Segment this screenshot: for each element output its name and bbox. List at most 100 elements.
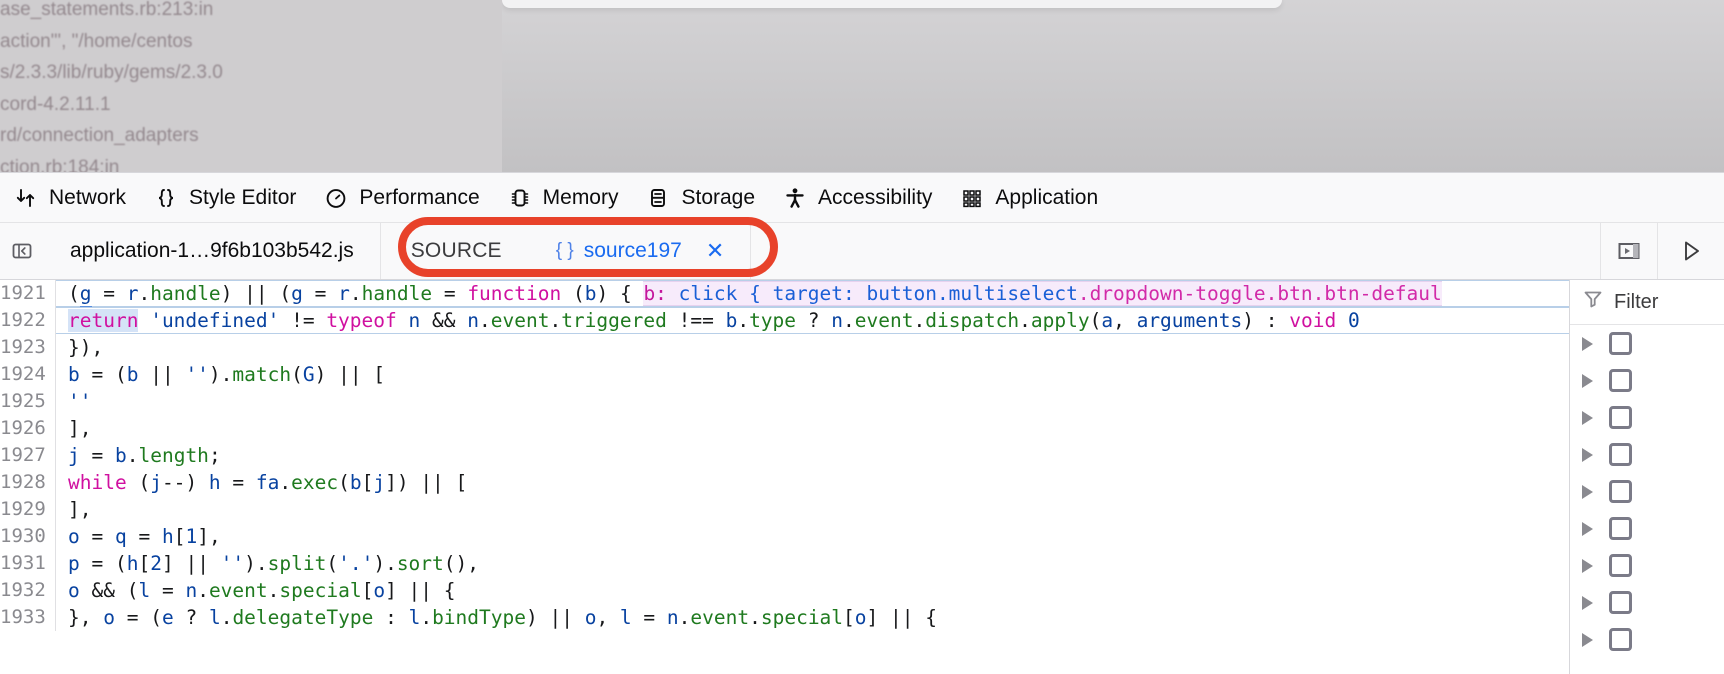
- chevron-right-icon[interactable]: [1582, 632, 1593, 647]
- code-token: =: [126, 525, 162, 548]
- breakpoint-category-row[interactable]: [1570, 436, 1724, 473]
- code-line[interactable]: 1923 }),: [0, 334, 1569, 361]
- code-line[interactable]: 1925 '': [0, 388, 1569, 415]
- code-token: ],: [68, 498, 92, 521]
- code-token: (),: [443, 552, 480, 575]
- code-line[interactable]: 1932 o && (l = n.event.special[o] || {: [0, 577, 1569, 604]
- code-text[interactable]: ],: [56, 496, 1569, 523]
- tab-performance[interactable]: Performance: [310, 173, 493, 222]
- chevron-right-icon[interactable]: [1582, 336, 1593, 351]
- source-tab-application-js[interactable]: application-1…9f6b103b542.js: [44, 223, 381, 279]
- breakpoint-category-row[interactable]: [1570, 584, 1724, 621]
- split-console-button[interactable]: [1600, 223, 1657, 279]
- code-line[interactable]: 1929 ],: [0, 496, 1569, 523]
- breakpoint-category-row[interactable]: [1570, 325, 1724, 362]
- chevron-right-icon[interactable]: [1582, 558, 1593, 573]
- code-text[interactable]: b = (b || '').match(G) || [: [56, 361, 1569, 388]
- tab-storage[interactable]: Storage: [632, 173, 769, 222]
- breakpoint-category-row[interactable]: [1570, 473, 1724, 510]
- breakpoint-category-row[interactable]: [1570, 399, 1724, 436]
- chevron-right-icon[interactable]: [1582, 484, 1593, 499]
- chevron-right-icon[interactable]: [1582, 521, 1593, 536]
- tab-memory[interactable]: Memory: [494, 173, 633, 222]
- breakpoint-category-row[interactable]: [1570, 362, 1724, 399]
- code-line[interactable]: 1933 }, o = (e ? l.delegateType : l.bind…: [0, 604, 1569, 631]
- inline-value-preview[interactable]: b: click { target: button.multiselect.dr…: [643, 281, 1442, 306]
- code-token: b: [725, 309, 738, 332]
- tab-style-editor[interactable]: Style Editor: [140, 173, 310, 222]
- line-number[interactable]: 1925: [0, 388, 56, 415]
- code-text[interactable]: }),: [56, 334, 1569, 361]
- breakpoint-checkbox[interactable]: [1609, 443, 1632, 466]
- code-line[interactable]: 1931 p = (h[2] || '').split('.').sort(),: [0, 550, 1569, 577]
- code-token: ,: [596, 606, 620, 629]
- code-text[interactable]: o = q = h[1],: [56, 523, 1569, 550]
- code-token: handle: [361, 282, 433, 305]
- code-token: .: [549, 309, 562, 332]
- resume-button[interactable]: [1657, 223, 1724, 279]
- code-line[interactable]: 1922 return 'undefined' != typeof n && n…: [0, 307, 1569, 334]
- code-text[interactable]: }, o = (e ? l.delegateType : l.bindType)…: [56, 604, 1569, 631]
- devtools-toolbar: Network Style Editor Performance Memory …: [0, 173, 1724, 223]
- line-number[interactable]: 1928: [0, 469, 56, 496]
- line-number[interactable]: 1927: [0, 442, 56, 469]
- code-text[interactable]: '': [56, 388, 1569, 415]
- code-line[interactable]: 1921 (g = r.handle) || (g = r.handle = f…: [0, 280, 1569, 307]
- code-text[interactable]: p = (h[2] || '').split('.').sort(),: [56, 550, 1569, 577]
- line-number[interactable]: 1921: [0, 280, 56, 307]
- code-token: =: [631, 606, 667, 629]
- code-text[interactable]: j = b.length;: [56, 442, 1569, 469]
- panel-collapse-icon[interactable]: [0, 223, 44, 279]
- tab-accessibility[interactable]: Accessibility: [769, 173, 946, 222]
- code-line[interactable]: 1928 while (j--) h = fa.exec(b[j]) || [: [0, 469, 1569, 496]
- breakpoint-category-row[interactable]: [1570, 510, 1724, 547]
- code-text[interactable]: o && (l = n.event.special[o] || {: [56, 577, 1569, 604]
- chevron-right-icon[interactable]: [1582, 373, 1593, 388]
- line-number[interactable]: 1929: [0, 496, 56, 523]
- tab-memory-label: Memory: [542, 185, 619, 209]
- breakpoint-checkbox[interactable]: [1609, 517, 1632, 540]
- source-name-link[interactable]: { } source197 ✕: [556, 239, 725, 263]
- source-code-editor[interactable]: 1921 (g = r.handle) || (g = r.handle = f…: [0, 280, 1569, 674]
- breakpoints-filter[interactable]: Filter: [1570, 280, 1724, 325]
- breakpoint-checkbox[interactable]: [1609, 628, 1632, 651]
- code-text[interactable]: while (j--) h = fa.exec(b[j]) || [: [56, 469, 1569, 496]
- code-line[interactable]: 1924 b = (b || '').match(G) || [: [0, 361, 1569, 388]
- source-tab-source197[interactable]: SOURCE { } source197 ✕: [381, 223, 752, 279]
- code-token: !=: [279, 309, 327, 332]
- breakpoint-checkbox[interactable]: [1609, 406, 1632, 429]
- close-icon[interactable]: ✕: [706, 240, 724, 262]
- code-token: o: [854, 606, 867, 629]
- breakpoint-category-row[interactable]: [1570, 547, 1724, 584]
- code-token: ] || {: [385, 579, 456, 602]
- code-text[interactable]: (g = r.handle) || (g = r.handle = functi…: [56, 280, 1569, 307]
- line-number[interactable]: 1922: [0, 307, 56, 334]
- breakpoint-category-row[interactable]: [1570, 621, 1724, 658]
- chevron-right-icon[interactable]: [1582, 410, 1593, 425]
- chevron-right-icon[interactable]: [1582, 447, 1593, 462]
- code-token: ],: [68, 417, 92, 440]
- line-number[interactable]: 1924: [0, 361, 56, 388]
- tab-application[interactable]: Application: [946, 173, 1112, 222]
- breakpoint-checkbox[interactable]: [1609, 480, 1632, 503]
- line-number[interactable]: 1933: [0, 604, 56, 631]
- tab-network[interactable]: Network: [0, 173, 140, 222]
- breakpoint-checkbox[interactable]: [1609, 332, 1632, 355]
- line-number[interactable]: 1932: [0, 577, 56, 604]
- chevron-right-icon[interactable]: [1582, 595, 1593, 610]
- line-number[interactable]: 1931: [0, 550, 56, 577]
- breakpoint-checkbox[interactable]: [1609, 369, 1632, 392]
- code-line[interactable]: 1926 ],: [0, 415, 1569, 442]
- devtools-panel: Network Style Editor Performance Memory …: [0, 172, 1724, 674]
- code-text[interactable]: ],: [56, 415, 1569, 442]
- code-text[interactable]: return 'undefined' != typeof n && n.even…: [56, 307, 1569, 334]
- line-number[interactable]: 1930: [0, 523, 56, 550]
- code-line[interactable]: 1930 o = q = h[1],: [0, 523, 1569, 550]
- breakpoint-checkbox[interactable]: [1609, 554, 1632, 577]
- line-number[interactable]: 1926: [0, 415, 56, 442]
- stack-trace-text: ase_statements.rb:213:in action"', "/hom…: [0, 0, 502, 172]
- line-number[interactable]: 1923: [0, 334, 56, 361]
- code-line[interactable]: 1927 j = b.length;: [0, 442, 1569, 469]
- breakpoint-checkbox[interactable]: [1609, 591, 1632, 614]
